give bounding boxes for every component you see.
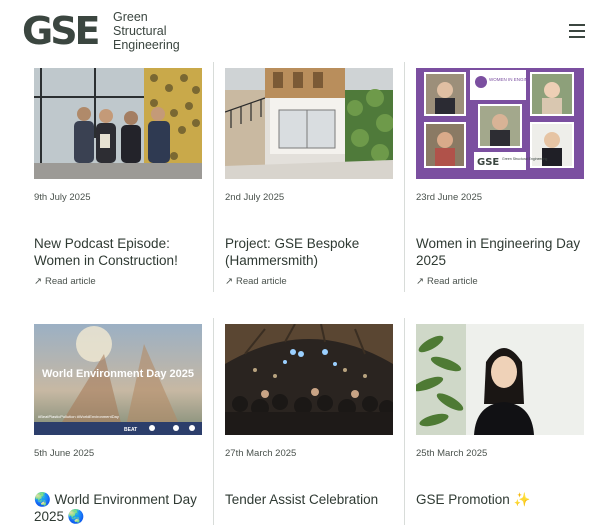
article-card[interactable]: 2nd July 2025 Project: GSE Bespoke (Hamm… [213, 62, 401, 292]
winel-logo-sub: Green Structural Engineering [502, 157, 547, 161]
read-article-link[interactable]: ↗ Read article [34, 276, 96, 287]
read-article-link[interactable]: ↗ Read article [225, 276, 287, 287]
column-divider [404, 62, 405, 292]
article-thumbnail[interactable] [225, 324, 393, 435]
article-card[interactable]: 9th July 2025 New Podcast Episode: Women… [34, 62, 210, 292]
wed-badge: BEAT [124, 427, 137, 433]
article-thumbnail[interactable]: WOMEN IN ENGINEERING 23 JUNE 2025 GSE Gr… [416, 68, 584, 179]
article-date: 9th July 2025 [34, 192, 91, 203]
article-thumbnail[interactable] [225, 68, 393, 179]
logo-line: Engineering [113, 38, 180, 52]
hamburger-menu-icon[interactable] [569, 24, 585, 38]
arrow-up-right-icon: ↗ [34, 276, 42, 287]
read-article-label: Read article [426, 276, 478, 287]
article-card[interactable]: World Environment Day 2025 #BeatPlasticP… [34, 318, 210, 525]
logo-line: Green [113, 10, 148, 24]
logo-wordmark: Green Structural Engineering [113, 10, 180, 52]
column-divider [213, 318, 214, 525]
article-title[interactable]: Women in Engineering Day 2025 [416, 235, 592, 269]
column-divider [404, 318, 405, 525]
site-header: GSE Green Structural Engineering [0, 0, 602, 62]
article-title[interactable]: 🌏 World Environment Day 2025 🌏 [34, 491, 210, 525]
article-card[interactable]: 25th March 2025 GSE Promotion ✨ [404, 318, 592, 525]
article-title[interactable]: GSE Promotion ✨ [416, 491, 592, 508]
arrow-up-right-icon: ↗ [225, 276, 233, 287]
article-title[interactable]: New Podcast Episode: Women in Constructi… [34, 235, 210, 269]
site-logo[interactable]: GSE Green Structural Engineering [22, 9, 182, 55]
read-article-label: Read article [44, 276, 96, 287]
article-thumbnail[interactable] [34, 68, 202, 179]
read-article-link[interactable]: ↗ Read article [416, 276, 478, 287]
column-divider [213, 62, 214, 292]
logo-mark: GSE [22, 9, 101, 53]
article-date: 27th March 2025 [225, 448, 297, 459]
wed-hashtags: #BeatPlasticPollution #WorldEnvironmentD… [38, 414, 119, 419]
read-article-label: Read article [235, 276, 287, 287]
article-card[interactable]: WOMEN IN ENGINEERING 23 JUNE 2025 GSE Gr… [404, 62, 592, 292]
article-date: 5th June 2025 [34, 448, 95, 459]
article-card[interactable]: 27th March 2025 Tender Assist Celebratio… [213, 318, 401, 525]
logo-line: Structural [113, 24, 167, 38]
article-thumbnail[interactable] [416, 324, 584, 435]
article-thumbnail[interactable]: World Environment Day 2025 #BeatPlasticP… [34, 324, 202, 435]
article-date: 23rd June 2025 [416, 192, 483, 203]
arrow-up-right-icon: ↗ [416, 276, 424, 287]
article-title[interactable]: Project: GSE Bespoke (Hammersmith) [225, 235, 401, 269]
article-title[interactable]: Tender Assist Celebration [225, 491, 401, 508]
article-date: 25th March 2025 [416, 448, 488, 459]
winel-logo-mark: GSE [477, 157, 499, 168]
article-date: 2nd July 2025 [225, 192, 285, 203]
wed-thumbnail-title: World Environment Day 2025 [42, 368, 194, 380]
